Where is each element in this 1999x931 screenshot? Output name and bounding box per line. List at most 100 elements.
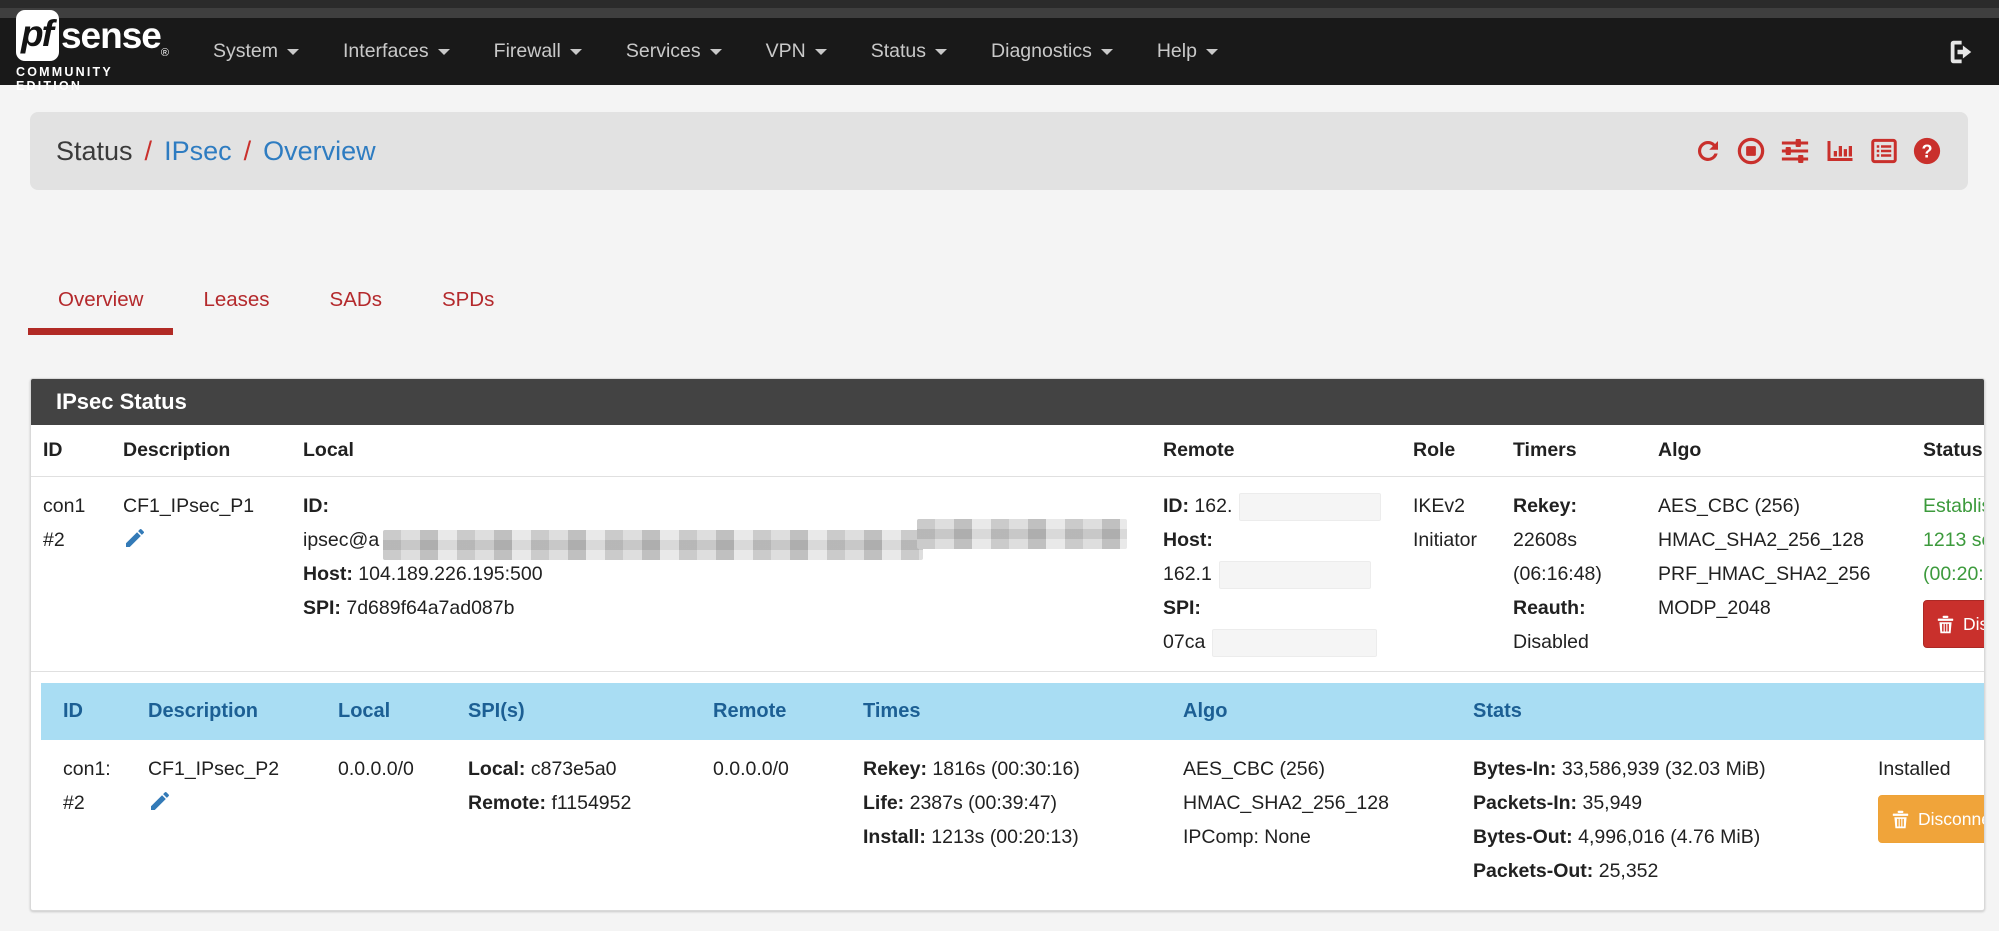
top-navbar: pfsense® COMMUNITY EDITION System Interf… (0, 0, 1999, 85)
svg-text:?: ? (1921, 141, 1932, 161)
breadcrumb-link-ipsec[interactable]: IPsec (164, 136, 232, 167)
breadcrumb: Status / IPsec / Overview (56, 136, 376, 167)
refresh-icon (1693, 136, 1723, 166)
nav-diagnostics[interactable]: Diagnostics (969, 26, 1135, 77)
sliders-icon (1779, 136, 1811, 166)
col-header-local: Local (291, 425, 1151, 476)
caret-down-icon (1101, 49, 1113, 55)
sign-out-icon (1945, 37, 1977, 67)
nav-help[interactable]: Help (1135, 26, 1240, 77)
ike-role-cell: IKEv2 Initiator (1401, 477, 1501, 671)
col-header-id: ID (41, 683, 136, 740)
ike-sa-table: ID Description Local Remote Role Timers … (31, 425, 1984, 672)
status-installed: Installed (1878, 752, 1985, 786)
ipsec-status-panel: IPsec Status ID Description Local Remote… (30, 378, 1985, 911)
refresh-button[interactable] (1693, 136, 1723, 166)
col-header-status: Status (1911, 425, 1985, 476)
redacted-local-id (917, 519, 1127, 549)
child-stats-cell: Bytes-In: 33,586,939 (32.03 MiB) Packets… (1461, 740, 1866, 900)
child-description-cell: CF1_IPsec_P2 (136, 740, 326, 900)
page-action-icons: ? (1693, 136, 1942, 166)
filter-settings-button[interactable] (1779, 136, 1811, 166)
redacted-remote-host (1219, 561, 1371, 589)
redacted-local-id (383, 530, 923, 560)
help-icon: ? (1912, 136, 1942, 166)
pencil-icon (148, 789, 172, 813)
disconnect-p2-button[interactable]: Disconnect (1878, 795, 1985, 843)
child-times-cell: Rekey: 1816s (00:30:16) Life: 2387s (00:… (851, 740, 1171, 900)
trash-icon (1937, 615, 1954, 634)
redacted-remote-id (1239, 493, 1381, 521)
child-remote-cell: 0.0.0.0/0 (701, 740, 851, 900)
breadcrumb-bar: Status / IPsec / Overview (30, 112, 1968, 190)
nav-vpn[interactable]: VPN (744, 26, 849, 77)
ipsec-tabs: Overview Leases SADs SPDs (28, 268, 1969, 335)
main-menu: System Interfaces Firewall Services VPN … (191, 26, 1945, 77)
child-status-cell: Installed Disconnect (1866, 740, 1985, 900)
nav-system[interactable]: System (191, 26, 321, 77)
col-header-description: Description (136, 683, 326, 740)
ike-algo-cell: AES_CBC (256) HMAC_SHA2_256_128 PRF_HMAC… (1646, 477, 1911, 671)
nav-status-label: Status (871, 40, 926, 63)
nav-firewall-label: Firewall (494, 40, 561, 63)
nav-services[interactable]: Services (604, 26, 744, 77)
caret-down-icon (570, 49, 582, 55)
tab-sads[interactable]: SADs (300, 268, 412, 335)
nav-interfaces-label: Interfaces (343, 40, 429, 63)
ike-status-cell: Established 1213 seconds (00:20:13) (1911, 477, 1985, 671)
trash-icon (1892, 810, 1909, 829)
ike-id-cell: con1 #2 (31, 477, 111, 671)
child-sa-table: ID Description Local SPI(s) Remote Times… (31, 683, 1984, 900)
logout-button[interactable] (1945, 37, 1977, 67)
nav-status[interactable]: Status (849, 26, 969, 77)
nav-diagnostics-label: Diagnostics (991, 40, 1092, 63)
caret-down-icon (815, 49, 827, 55)
status-established: Established (1923, 489, 1985, 523)
col-header-local: Local (326, 683, 456, 740)
nav-help-label: Help (1157, 40, 1197, 63)
col-header-algo: Algo (1171, 683, 1461, 740)
col-header-timers: Timers (1501, 425, 1646, 476)
log-view-button[interactable] (1869, 136, 1899, 166)
col-header-id: ID (31, 425, 111, 476)
graph-button[interactable] (1824, 136, 1856, 166)
child-spis-cell: Local: c873e5a0 Remote: f1154952 (456, 740, 701, 900)
nav-system-label: System (213, 40, 278, 63)
pfsense-logo[interactable]: pfsense® COMMUNITY EDITION (16, 10, 176, 93)
ike-table-row: con1 #2 CF1_IPsec_P1 ID: ipsec@a Host: 1… (31, 477, 1985, 672)
col-header-empty (1866, 683, 1985, 740)
breadcrumb-root: Status (56, 136, 133, 167)
ike-table-header-row: ID Description Local Remote Role Timers … (31, 425, 1985, 477)
nav-interfaces[interactable]: Interfaces (321, 26, 472, 77)
tab-leases[interactable]: Leases (173, 268, 299, 335)
stop-service-button[interactable] (1736, 136, 1766, 166)
nav-firewall[interactable]: Firewall (472, 26, 604, 77)
logo-pf-box: pf (16, 10, 59, 61)
caret-down-icon (287, 49, 299, 55)
list-icon (1869, 136, 1899, 166)
breadcrumb-link-overview[interactable]: Overview (263, 136, 376, 167)
logo-registered-mark: ® (161, 48, 169, 59)
col-header-times: Times (851, 683, 1171, 740)
ike-description-cell: CF1_IPsec_P1 (111, 477, 291, 671)
edit-phase1-button[interactable] (123, 526, 147, 561)
tab-overview[interactable]: Overview (28, 268, 173, 335)
pencil-icon (123, 526, 147, 550)
help-button[interactable]: ? (1912, 136, 1942, 166)
child-table-row: con1: #2 CF1_IPsec_P2 0.0.0.0/0 Local: c… (41, 740, 1985, 900)
col-header-remote: Remote (1151, 425, 1401, 476)
caret-down-icon (710, 49, 722, 55)
child-id-cell: con1: #2 (41, 740, 136, 900)
disconnect-p1-button[interactable]: Disconnect (1923, 600, 1985, 648)
nav-vpn-label: VPN (766, 40, 806, 63)
edit-phase2-button[interactable] (148, 789, 172, 824)
tab-spds[interactable]: SPDs (412, 268, 524, 335)
panel-title: IPsec Status (31, 379, 1984, 425)
breadcrumb-separator: / (145, 136, 153, 167)
nav-services-label: Services (626, 40, 701, 63)
child-algo-cell: AES_CBC (256) HMAC_SHA2_256_128 IPComp: … (1171, 740, 1461, 900)
caret-down-icon (1206, 49, 1218, 55)
col-header-algo: Algo (1646, 425, 1911, 476)
child-table-header-row: ID Description Local SPI(s) Remote Times… (41, 683, 1985, 740)
stop-icon (1736, 136, 1766, 166)
